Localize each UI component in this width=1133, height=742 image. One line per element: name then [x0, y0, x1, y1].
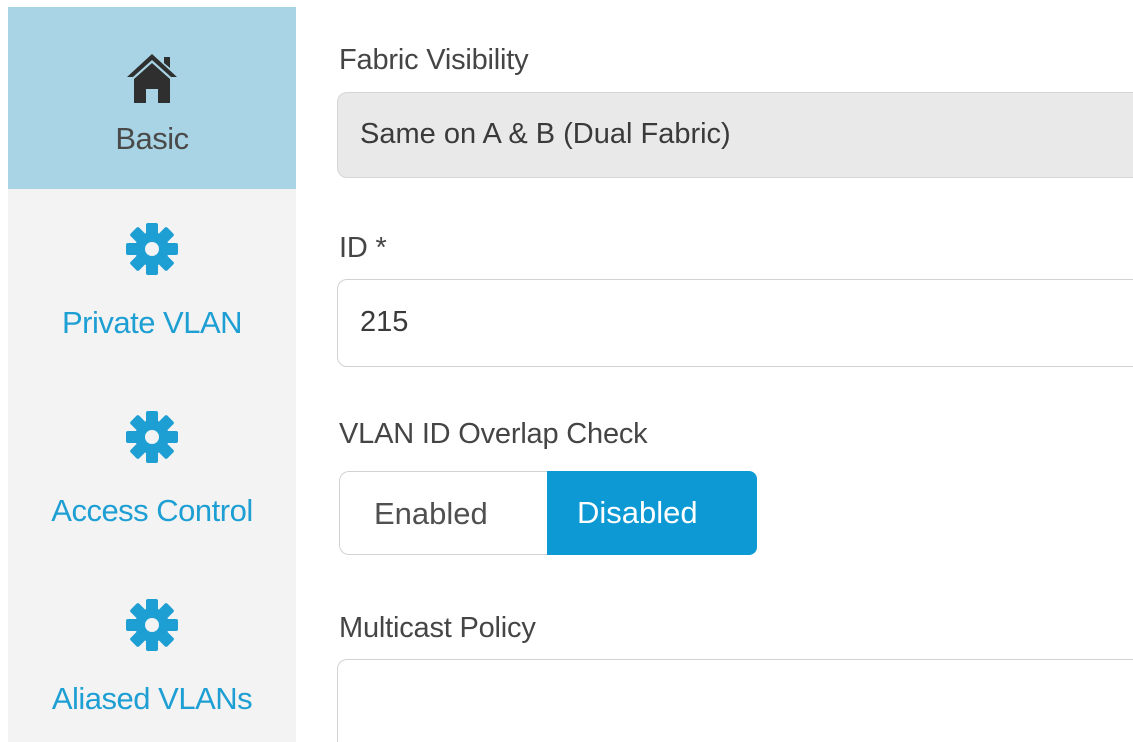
- sidebar-item-private-vlan[interactable]: Private VLAN: [8, 221, 296, 371]
- fabric-visibility-value: Same on A & B (Dual Fabric): [360, 118, 731, 150]
- sidebar-item-basic[interactable]: Basic: [8, 7, 296, 189]
- multicast-policy-input[interactable]: [337, 659, 1133, 742]
- overlap-check-label: VLAN ID Overlap Check: [339, 418, 648, 450]
- home-icon: [124, 7, 180, 107]
- sidebar: Basic Private VLAN Access Control Aliase…: [8, 7, 296, 742]
- sidebar-item-label: Private VLAN: [61, 305, 243, 340]
- fabric-visibility-label: Fabric Visibility: [339, 44, 529, 76]
- gear-icon: [124, 597, 180, 653]
- enabled-option[interactable]: Enabled: [339, 471, 547, 555]
- id-label: ID *: [339, 232, 387, 264]
- vlan-form-page: Basic Private VLAN Access Control Aliase…: [0, 0, 1133, 742]
- sidebar-item-label: Basic: [115, 121, 189, 156]
- id-value: 215: [360, 306, 409, 338]
- multicast-policy-label: Multicast Policy: [339, 612, 536, 644]
- id-input[interactable]: 215: [337, 279, 1133, 367]
- sidebar-item-access-control[interactable]: Access Control: [8, 409, 296, 559]
- sidebar-item-label: Aliased VLANs: [51, 681, 253, 716]
- gear-icon: [124, 409, 180, 465]
- sidebar-item-aliased-vlans[interactable]: Aliased VLANs: [8, 597, 296, 742]
- overlap-check-toggle: Enabled Disabled: [339, 471, 757, 557]
- disabled-option[interactable]: Disabled: [547, 471, 757, 555]
- gear-icon: [124, 221, 180, 277]
- sidebar-item-label: Access Control: [51, 493, 253, 528]
- fabric-visibility-field: Same on A & B (Dual Fabric): [337, 92, 1133, 178]
